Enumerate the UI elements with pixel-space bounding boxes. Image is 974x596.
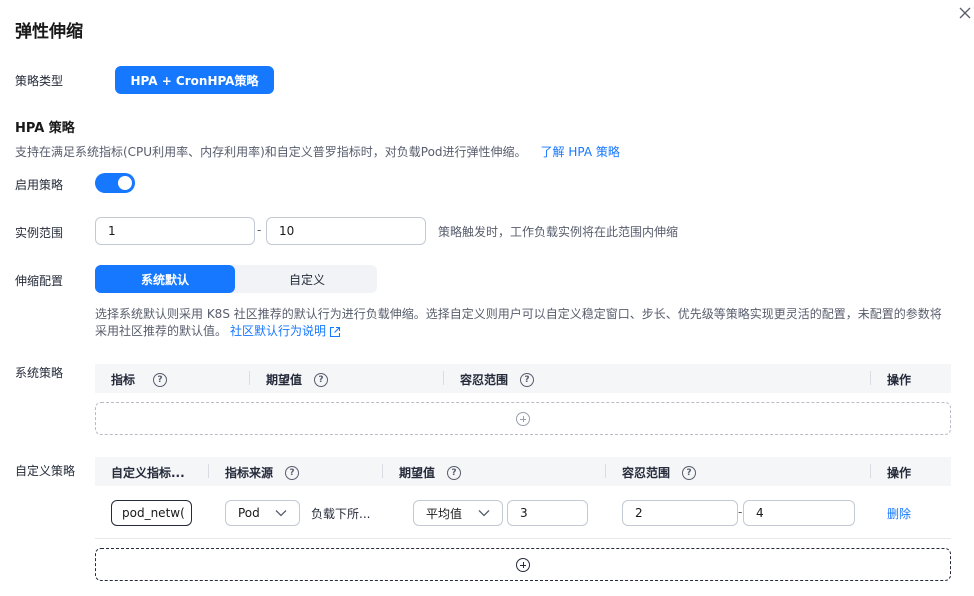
question-circle-icon[interactable]: ?	[314, 372, 329, 387]
sys-col-metric: 指标 ?	[111, 371, 168, 388]
plus-circle-icon	[516, 411, 530, 426]
chevron-down-icon	[478, 510, 490, 517]
delete-row-button[interactable]: 删除	[887, 505, 911, 522]
scaling-desc-line1: 选择系统默认则采用 K8S 社区推荐的默认行为进行负载伸缩。选择自定义则用户可以…	[95, 307, 942, 321]
system-policy-label: 系统策略	[15, 366, 64, 380]
dialog-title: 弹性伸缩	[15, 22, 83, 42]
custom-col-expect-label: 期望值	[399, 466, 436, 480]
scaling-desc-line2-row: 采用社区推荐的默认值。 社区默认行为说明	[95, 323, 955, 340]
scaling-custom-option[interactable]: 自定义	[237, 265, 377, 293]
tolerance-min-input[interactable]: 2	[622, 500, 738, 526]
scaling-config-label: 伸缩配置	[15, 274, 64, 288]
custom-col-metric-name: 自定义指标...	[111, 466, 185, 480]
metric-source-value: Pod	[238, 506, 260, 520]
external-link-icon[interactable]	[329, 326, 341, 338]
column-divider	[208, 464, 209, 478]
column-divider	[443, 371, 444, 385]
enable-policy-switch[interactable]	[95, 173, 135, 193]
metric-source-desc: 负载下所...	[311, 507, 371, 521]
question-circle-icon[interactable]: ?	[520, 372, 535, 387]
custom-col-expect: 期望值 ?	[399, 464, 462, 481]
scaling-config-description: 选择系统默认则采用 K8S 社区推荐的默认行为进行负载伸缩。选择自定义则用户可以…	[95, 306, 955, 340]
tolerance-max-input[interactable]: 4	[743, 500, 855, 526]
custom-policy-label: 自定义策略	[15, 464, 76, 478]
column-divider	[870, 464, 871, 478]
scaling-default-option[interactable]: 系统默认	[95, 265, 235, 293]
hpa-description-row: 支持在满足系统指标(CPU利用率、内存利用率)和自定义普罗指标时，对负载Pod进…	[15, 143, 620, 160]
close-icon[interactable]	[958, 6, 972, 20]
enable-policy-label: 启用策略	[15, 178, 64, 192]
custom-policy-table-header	[95, 457, 951, 486]
question-circle-icon[interactable]: ?	[153, 372, 168, 387]
strategy-type-label: 策略类型	[15, 74, 64, 88]
custom-col-source-label: 指标来源	[225, 466, 274, 480]
instance-max-input[interactable]: 10	[266, 217, 426, 245]
question-circle-icon[interactable]: ?	[285, 465, 300, 480]
custom-col-action: 操作	[887, 466, 912, 480]
add-system-policy-button[interactable]	[95, 402, 951, 435]
learn-hpa-link[interactable]: 了解 HPA 策略	[541, 143, 620, 160]
hpa-description: 支持在满足系统指标(CPU利用率、内存利用率)和自定义普罗指标时，对负载Pod进…	[15, 145, 527, 159]
expect-type-select[interactable]: 平均值	[413, 500, 503, 526]
switch-knob	[118, 176, 132, 190]
range-separator: -	[257, 223, 262, 237]
strategy-type-button[interactable]: HPA + CronHPA策略	[115, 66, 274, 94]
sys-col-tolerance-label: 容忍范围	[460, 373, 509, 387]
scaling-desc-line2: 采用社区推荐的默认值。	[95, 324, 228, 338]
expect-type-value: 平均值	[426, 506, 463, 521]
column-divider	[382, 464, 383, 478]
sys-col-tolerance: 容忍范围 ?	[460, 371, 535, 388]
instance-range-hint: 策略触发时，工作负载实例将在此范围内伸缩	[438, 225, 679, 239]
hpa-section-title: HPA 策略	[15, 121, 75, 136]
custom-col-source: 指标来源 ?	[225, 464, 300, 481]
question-circle-icon[interactable]: ?	[447, 465, 462, 480]
column-divider	[605, 464, 606, 478]
sys-col-action: 操作	[887, 373, 912, 387]
sys-col-metric-label: 指标	[111, 373, 136, 387]
metric-source-select[interactable]: Pod	[225, 500, 300, 526]
custom-col-tolerance-label: 容忍范围	[622, 466, 671, 480]
sys-col-expect-label: 期望值	[266, 373, 303, 387]
custom-metric-name-input[interactable]: pod_netw(	[111, 500, 192, 526]
plus-circle-icon	[516, 557, 530, 572]
instance-range-label: 实例范围	[15, 226, 64, 240]
instance-min-input[interactable]: 1	[95, 217, 255, 245]
community-default-link[interactable]: 社区默认行为说明	[230, 323, 326, 340]
chevron-down-icon	[275, 510, 287, 517]
add-custom-policy-button[interactable]	[95, 548, 951, 581]
column-divider	[249, 371, 250, 385]
expect-value-input[interactable]: 3	[507, 500, 588, 526]
question-circle-icon[interactable]: ?	[682, 465, 697, 480]
custom-col-tolerance: 容忍范围 ?	[622, 464, 697, 481]
column-divider	[870, 371, 871, 385]
sys-col-expect: 期望值 ?	[266, 371, 329, 388]
tolerance-separator: -	[738, 505, 743, 519]
